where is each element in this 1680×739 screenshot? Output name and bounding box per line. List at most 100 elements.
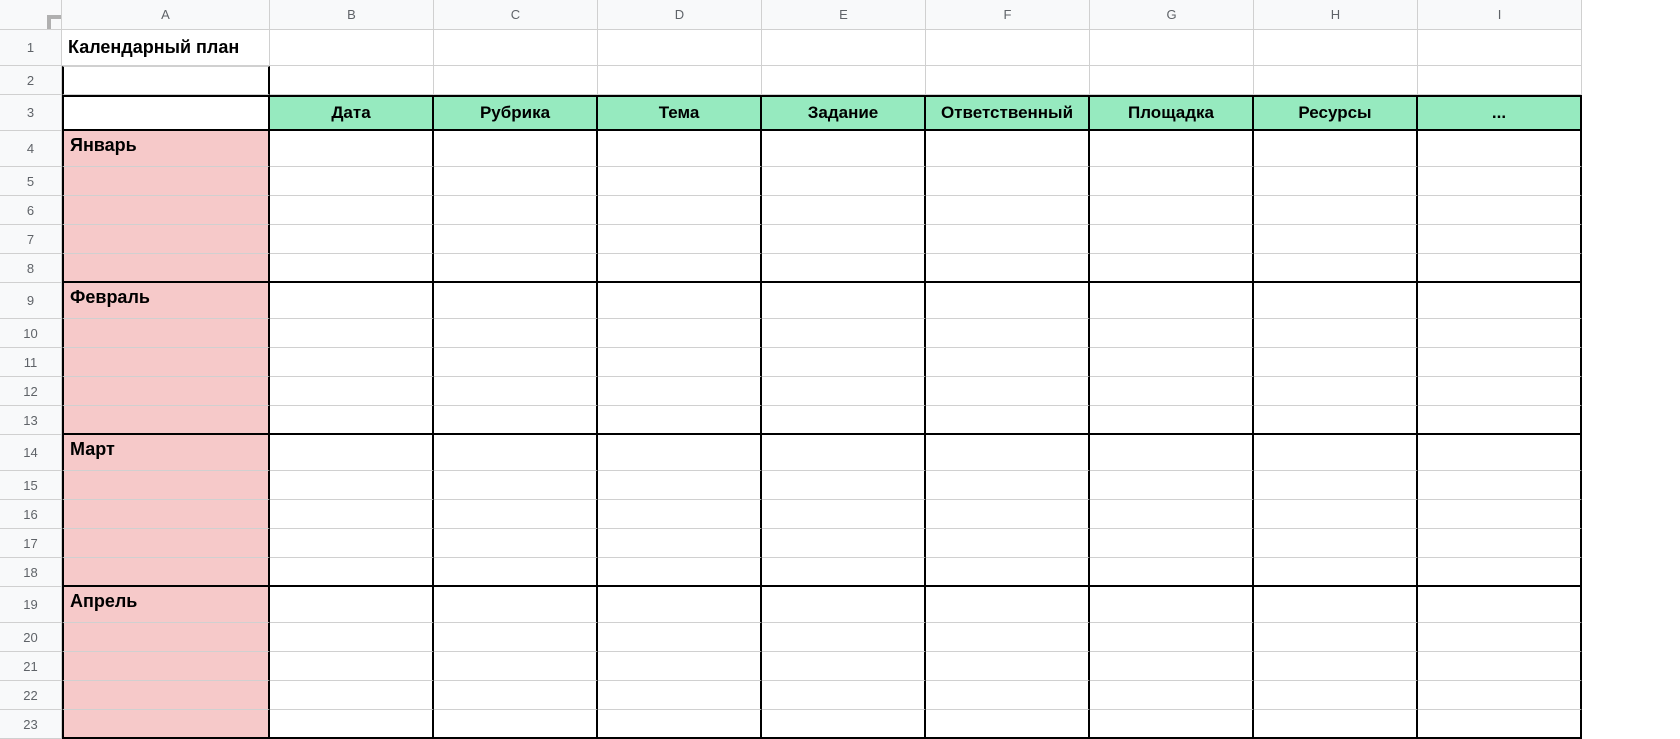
cell-C9[interactable] — [434, 283, 598, 319]
cell-E20[interactable] — [762, 623, 926, 652]
cell-D9[interactable] — [598, 283, 762, 319]
cell-A6[interactable] — [62, 196, 270, 225]
cell-H12[interactable] — [1254, 377, 1418, 406]
cell-D1[interactable] — [598, 30, 762, 66]
cell-F15[interactable] — [926, 471, 1090, 500]
cell-A3[interactable] — [62, 95, 270, 131]
cell-A5[interactable] — [62, 167, 270, 196]
row-header-6[interactable]: 6 — [0, 196, 62, 225]
cell-G1[interactable] — [1090, 30, 1254, 66]
row-header-8[interactable]: 8 — [0, 254, 62, 283]
cell-G14[interactable] — [1090, 435, 1254, 471]
month-april[interactable]: Апрель — [62, 587, 270, 623]
cell-C22[interactable] — [434, 681, 598, 710]
cell-B12[interactable] — [270, 377, 434, 406]
cell-H5[interactable] — [1254, 167, 1418, 196]
cell-F8[interactable] — [926, 254, 1090, 283]
cell-A13[interactable] — [62, 406, 270, 435]
cell-F5[interactable] — [926, 167, 1090, 196]
cell-C18[interactable] — [434, 558, 598, 587]
cell-B17[interactable] — [270, 529, 434, 558]
cell-I16[interactable] — [1418, 500, 1582, 529]
month-january[interactable]: Январь — [62, 131, 270, 167]
cell-G6[interactable] — [1090, 196, 1254, 225]
cell-I23[interactable] — [1418, 710, 1582, 739]
cell-I15[interactable] — [1418, 471, 1582, 500]
cell-G11[interactable] — [1090, 348, 1254, 377]
row-header-23[interactable]: 23 — [0, 710, 62, 739]
cell-A20[interactable] — [62, 623, 270, 652]
header-resources[interactable]: Ресурсы — [1254, 95, 1418, 131]
row-header-22[interactable]: 22 — [0, 681, 62, 710]
cell-H4[interactable] — [1254, 131, 1418, 167]
col-header-I[interactable]: I — [1418, 0, 1582, 30]
row-header-2[interactable]: 2 — [0, 66, 62, 95]
cell-D21[interactable] — [598, 652, 762, 681]
row-header-19[interactable]: 19 — [0, 587, 62, 623]
cell-G4[interactable] — [1090, 131, 1254, 167]
cell-B14[interactable] — [270, 435, 434, 471]
col-header-E[interactable]: E — [762, 0, 926, 30]
cell-E4[interactable] — [762, 131, 926, 167]
cell-I13[interactable] — [1418, 406, 1582, 435]
cell-C4[interactable] — [434, 131, 598, 167]
header-rubric[interactable]: Рубрика — [434, 95, 598, 131]
cell-F10[interactable] — [926, 319, 1090, 348]
cell-H22[interactable] — [1254, 681, 1418, 710]
cell-D6[interactable] — [598, 196, 762, 225]
cell-B13[interactable] — [270, 406, 434, 435]
cell-G21[interactable] — [1090, 652, 1254, 681]
col-header-F[interactable]: F — [926, 0, 1090, 30]
cell-D20[interactable] — [598, 623, 762, 652]
row-header-7[interactable]: 7 — [0, 225, 62, 254]
cell-I19[interactable] — [1418, 587, 1582, 623]
row-header-13[interactable]: 13 — [0, 406, 62, 435]
cell-I21[interactable] — [1418, 652, 1582, 681]
cell-E5[interactable] — [762, 167, 926, 196]
cell-H19[interactable] — [1254, 587, 1418, 623]
cell-G12[interactable] — [1090, 377, 1254, 406]
cell-F2[interactable] — [926, 66, 1090, 95]
cell-G7[interactable] — [1090, 225, 1254, 254]
cell-A7[interactable] — [62, 225, 270, 254]
cell-I14[interactable] — [1418, 435, 1582, 471]
cell-B15[interactable] — [270, 471, 434, 500]
cell-C23[interactable] — [434, 710, 598, 739]
header-topic[interactable]: Тема — [598, 95, 762, 131]
cell-F16[interactable] — [926, 500, 1090, 529]
row-header-3[interactable]: 3 — [0, 95, 62, 131]
cell-B19[interactable] — [270, 587, 434, 623]
cell-A21[interactable] — [62, 652, 270, 681]
row-header-18[interactable]: 18 — [0, 558, 62, 587]
cell-G20[interactable] — [1090, 623, 1254, 652]
header-responsible[interactable]: Ответственный — [926, 95, 1090, 131]
row-header-12[interactable]: 12 — [0, 377, 62, 406]
cell-C7[interactable] — [434, 225, 598, 254]
row-header-16[interactable]: 16 — [0, 500, 62, 529]
cell-C5[interactable] — [434, 167, 598, 196]
select-all-corner[interactable] — [0, 0, 62, 30]
cell-B8[interactable] — [270, 254, 434, 283]
cell-D10[interactable] — [598, 319, 762, 348]
cell-B1[interactable] — [270, 30, 434, 66]
cell-H10[interactable] — [1254, 319, 1418, 348]
cell-H7[interactable] — [1254, 225, 1418, 254]
cell-E23[interactable] — [762, 710, 926, 739]
spreadsheet-grid[interactable]: A B C D E F G H I 1 Календарный план 2 3… — [0, 0, 1680, 739]
cell-I6[interactable] — [1418, 196, 1582, 225]
row-header-21[interactable]: 21 — [0, 652, 62, 681]
cell-C20[interactable] — [434, 623, 598, 652]
cell-F7[interactable] — [926, 225, 1090, 254]
cell-A23[interactable] — [62, 710, 270, 739]
cell-G18[interactable] — [1090, 558, 1254, 587]
cell-B2[interactable] — [270, 66, 434, 95]
cell-B21[interactable] — [270, 652, 434, 681]
cell-F19[interactable] — [926, 587, 1090, 623]
cell-A2[interactable] — [62, 66, 270, 95]
col-header-H[interactable]: H — [1254, 0, 1418, 30]
cell-C21[interactable] — [434, 652, 598, 681]
cell-D18[interactable] — [598, 558, 762, 587]
cell-D16[interactable] — [598, 500, 762, 529]
cell-G15[interactable] — [1090, 471, 1254, 500]
col-header-B[interactable]: B — [270, 0, 434, 30]
